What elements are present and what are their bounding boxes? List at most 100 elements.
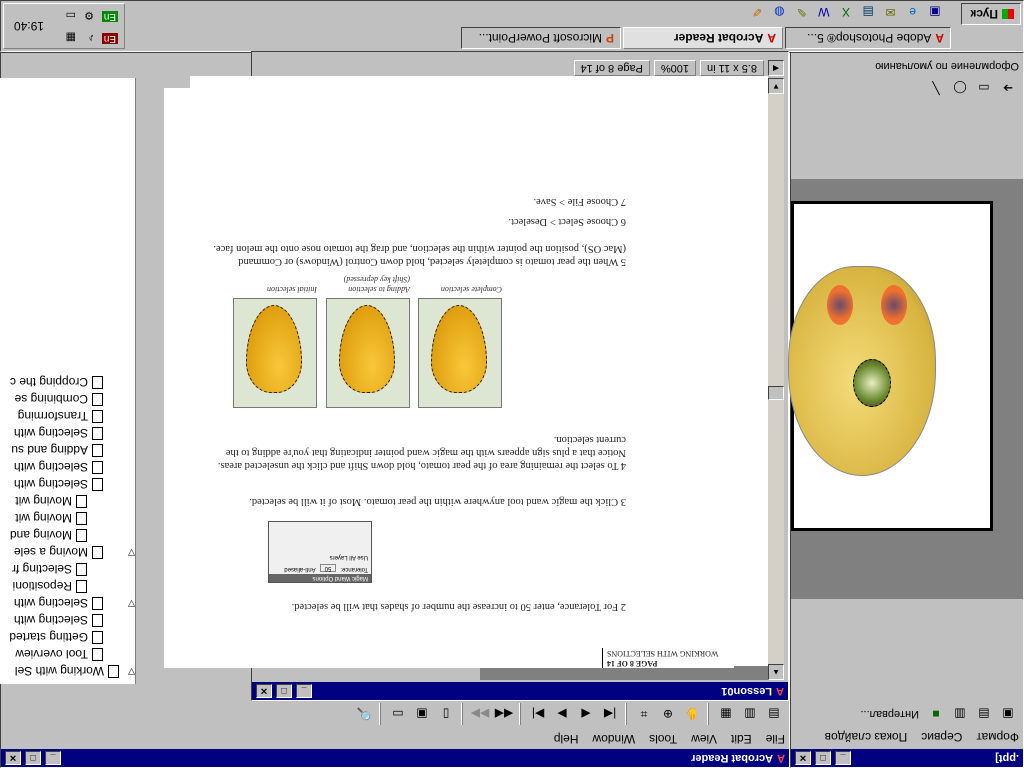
bookmark-item[interactable]: Moving wit <box>0 493 135 510</box>
page-indicator[interactable]: Page 8 of 14 <box>573 60 650 76</box>
ppt-minimize-button[interactable]: _ <box>835 751 851 765</box>
excel-icon[interactable]: X <box>836 1 856 23</box>
go-back-icon[interactable]: ◀◀ <box>493 703 515 725</box>
ppt-menu-service[interactable]: Сервис <box>921 730 962 744</box>
page-content: PAGE 8 OF 14 WORKING WITH SELECTIONS 2 F… <box>164 88 734 668</box>
bookmark-item[interactable]: Selecting with <box>0 425 135 442</box>
ppt-design-box[interactable]: Оформление по умолчанию <box>791 53 1023 75</box>
ppt-line-icon[interactable]: ╲ <box>925 77 947 99</box>
ppt-menu-slideshow[interactable]: Показ слайдов <box>825 730 908 744</box>
ppt-menu-format[interactable]: Формат <box>976 730 1019 744</box>
ppt-slide[interactable] <box>788 201 993 531</box>
task-acrobat[interactable]: A Acrobat Reader <box>623 27 783 49</box>
ppt-rectangle-icon[interactable]: ▭ <box>973 77 995 99</box>
ppt-notes-icon[interactable]: ▥ <box>949 703 971 725</box>
word-icon[interactable]: W <box>814 1 834 23</box>
kiwi-nose <box>853 359 891 407</box>
panel-antialiased: Anti-aliased <box>284 566 316 572</box>
text-select-icon[interactable]: ⌗ <box>633 703 655 725</box>
bookmark-item[interactable]: Transforming <box>0 408 135 425</box>
bookmarks-pane-icon[interactable]: ▤ <box>763 703 785 725</box>
find-icon[interactable]: 🔍 <box>353 703 375 725</box>
task-photoshop[interactable]: A Adobe Photoshop® 5... <box>785 27 951 49</box>
complete-selection-figure <box>418 298 502 408</box>
calculator-icon[interactable]: ▤ <box>858 1 878 23</box>
bookmark-item[interactable]: ▽ Selecting with <box>0 595 135 612</box>
last-page-icon[interactable]: ▶| <box>527 703 549 725</box>
first-page-icon[interactable]: |◀ <box>599 703 621 725</box>
bookmark-item[interactable]: Combining se <box>0 391 135 408</box>
bookmark-item[interactable]: Selecting with <box>0 459 135 476</box>
settings-tray-icon[interactable]: ⚙ <box>84 9 94 22</box>
bookmark-page-icon <box>92 393 103 406</box>
actual-size-icon[interactable]: ▯ <box>435 703 457 725</box>
menu-edit[interactable]: Edit <box>731 732 752 746</box>
status-scroll-left[interactable]: ◀ <box>768 60 784 76</box>
ppt-close-button[interactable]: ✕ <box>795 751 811 765</box>
bookmark-item[interactable]: Selecting with <box>0 476 135 493</box>
fit-page-icon[interactable]: ▣ <box>411 703 433 725</box>
ppt-oval-icon[interactable]: ◯ <box>949 77 971 99</box>
monitor-icon[interactable]: ▭ <box>66 9 76 22</box>
papaya-eye-left <box>881 285 907 325</box>
brush-icon[interactable]: ✐ <box>747 1 767 23</box>
bookmark-item[interactable]: Tool overview <box>0 646 135 663</box>
next-page-icon[interactable]: ▶ <box>551 703 573 725</box>
ppt-outline-icon[interactable]: ▤ <box>973 703 995 725</box>
world-icon[interactable]: ◍ <box>769 1 789 23</box>
hand-tool-icon[interactable]: ✋ <box>681 703 703 725</box>
zoom-tool-icon[interactable]: ⊕ <box>657 703 679 725</box>
maximize-button[interactable]: □ <box>25 751 41 765</box>
go-forward-icon[interactable]: ▶▶ <box>469 703 491 725</box>
bookmark-item[interactable]: Moving and <box>0 527 135 544</box>
pen-icon[interactable]: ✎ <box>791 1 811 23</box>
minimize-button[interactable]: _ <box>45 751 61 765</box>
menu-view[interactable]: View <box>691 732 717 746</box>
scroll-down-button[interactable]: ▼ <box>768 78 784 94</box>
page-only-icon[interactable]: ▦ <box>715 703 737 725</box>
doc-close-button[interactable]: ✕ <box>256 684 272 698</box>
outlook-icon[interactable]: ✉ <box>880 1 900 23</box>
doc-minimize-button[interactable]: _ <box>296 684 312 698</box>
bookmark-item[interactable]: Cropping the c <box>0 374 135 391</box>
scroll-up-button[interactable]: ▲ <box>768 664 784 680</box>
ppt-slide-view-icon[interactable]: ▣ <box>997 703 1019 725</box>
bookmark-item[interactable]: Getting started <box>0 629 135 646</box>
doc-maximize-button[interactable]: □ <box>276 684 292 698</box>
bookmarks-list: ▽ Working with Sel Tool overview Getting … <box>0 374 135 680</box>
close-button[interactable]: ✕ <box>5 751 21 765</box>
ppt-maximize-button[interactable]: □ <box>815 751 831 765</box>
bookmark-item[interactable]: Repositioni <box>0 578 135 595</box>
network-icon[interactable]: ▦ <box>66 31 76 44</box>
bookmark-item[interactable]: Selecting with <box>0 612 135 629</box>
prev-page-icon[interactable]: ◀ <box>575 703 597 725</box>
menu-file[interactable]: File <box>766 732 785 746</box>
fit-width-icon[interactable]: ▭ <box>387 703 409 725</box>
menu-help[interactable]: Help <box>554 732 579 746</box>
task-powerpoint[interactable]: P Microsoft PowerPoint... <box>461 27 621 49</box>
ie-icon[interactable]: e <box>903 1 923 23</box>
ppt-timing-label[interactable]: Интервал... <box>860 708 919 720</box>
quick-launch-bar: ▣ e ✉ ▤ X W ✎ ◍ ✐ <box>745 1 945 23</box>
bookmark-item[interactable]: ▽ Moving a sele <box>0 544 135 561</box>
scroll-thumb[interactable] <box>768 386 784 400</box>
zoom-indicator[interactable]: 100% <box>653 60 697 76</box>
acrobat-title-bar: A Acrobat Reader _ □ ✕ <box>1 749 789 767</box>
menu-tools[interactable]: Tools <box>649 732 677 746</box>
menu-window[interactable]: Window <box>592 732 635 746</box>
bookmark-item[interactable]: ▽ Working with Sel <box>0 663 135 680</box>
desktop-icon[interactable]: ▣ <box>925 1 945 23</box>
lang-indicator[interactable]: En <box>101 33 118 44</box>
bookmark-item[interactable]: Selecting fr <box>0 561 135 578</box>
bookmark-page-icon <box>76 563 87 576</box>
bookmark-item[interactable]: Adding and su <box>0 442 135 459</box>
lang-indicator-alt[interactable]: En <box>101 11 118 22</box>
page-size-indicator[interactable]: 8.5 x 11 in <box>700 60 764 76</box>
start-button[interactable]: Пуск <box>961 3 1021 25</box>
ppt-color-icon[interactable]: ■ <box>925 703 947 725</box>
bookmark-item[interactable]: Moving wit <box>0 510 135 527</box>
ppt-arrow-style-icon[interactable]: ➔ <box>997 77 1019 99</box>
page-vertical-scrollbar[interactable]: ▲ ▼ <box>768 78 784 680</box>
thumbnails-icon[interactable]: ▥ <box>739 703 761 725</box>
volume-icon[interactable]: ♪ <box>89 32 95 44</box>
